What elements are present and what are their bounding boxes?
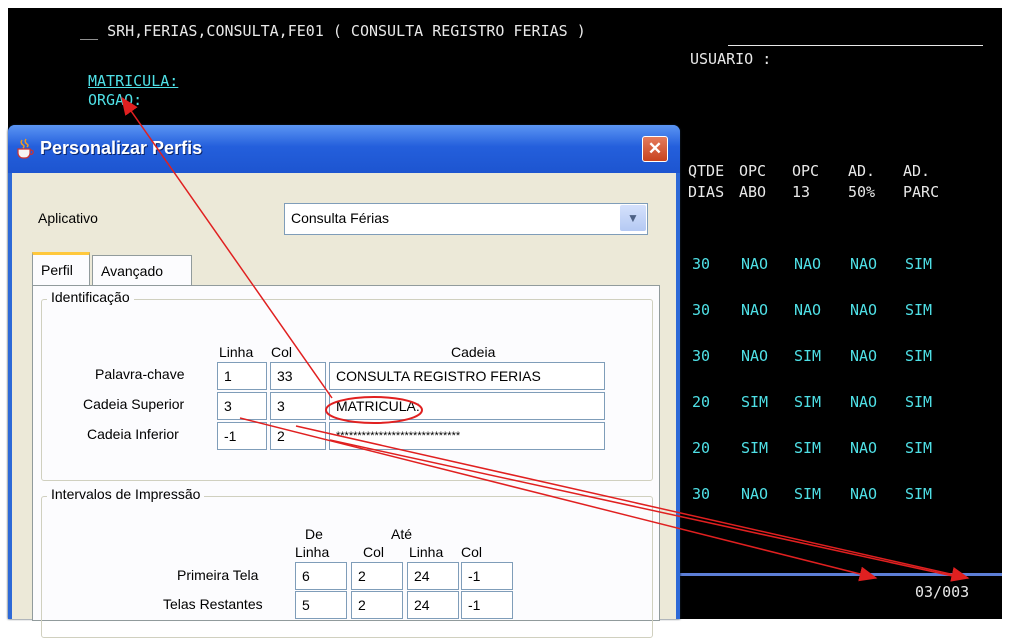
arrow-line-inferior — [329, 439, 963, 579]
arrow-to-page-indicator — [295, 425, 970, 582]
matricula-highlight-ellipse — [325, 396, 423, 424]
annotation-overlay — [121, 96, 970, 582]
arrow-to-matricula — [121, 96, 333, 399]
arrow-to-page-line — [239, 417, 878, 582]
